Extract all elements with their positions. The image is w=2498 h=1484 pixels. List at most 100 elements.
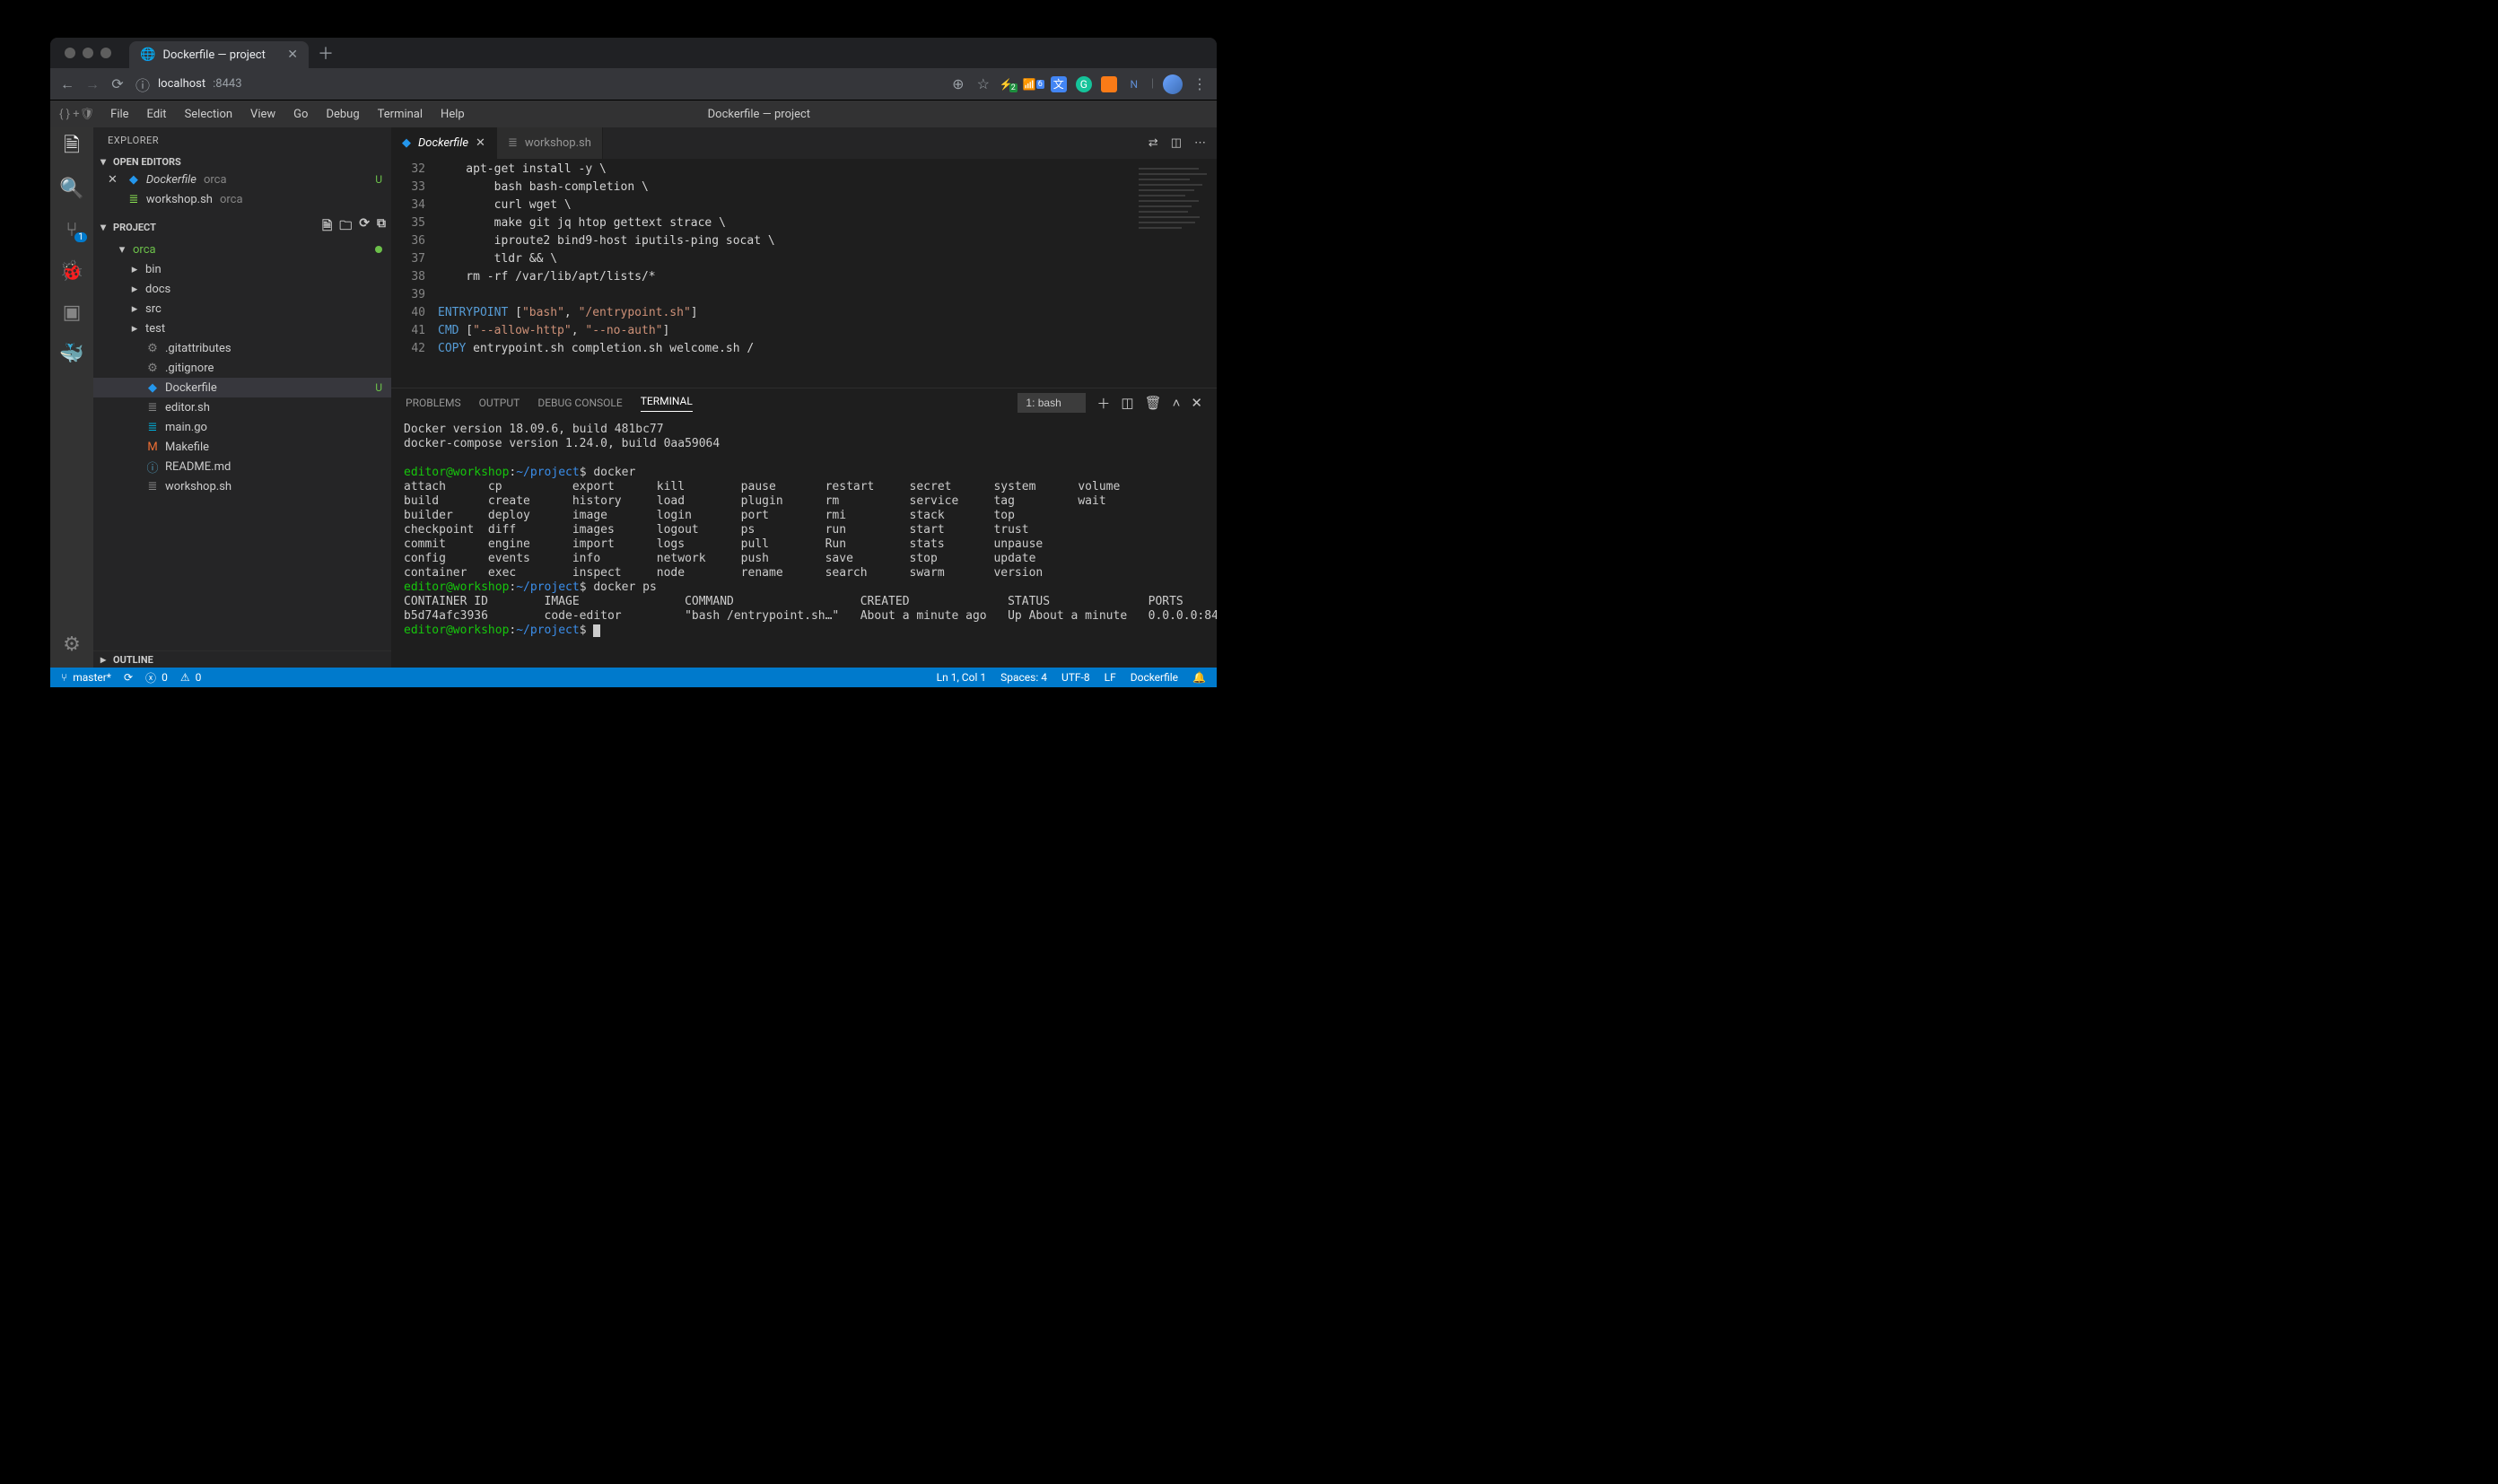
open-editors-header[interactable]: ▾ OPEN EDITORS: [93, 153, 391, 170]
menu-view[interactable]: View: [243, 104, 283, 125]
code-editor[interactable]: 3233343536373839404142 apt-get install -…: [391, 159, 1131, 388]
twistie-icon: ▸: [129, 302, 140, 316]
menu-help[interactable]: Help: [433, 104, 472, 125]
chrome-menu-icon[interactable]: ⋮: [1192, 75, 1208, 92]
close-dot[interactable]: [65, 48, 75, 58]
file-name: Dockerfile: [165, 381, 217, 395]
browser-window: 🌐 Dockerfile — project ✕ ＋ ← → ⟳ ⓘ local…: [50, 38, 1217, 687]
panel-tab-output[interactable]: OUTPUT: [479, 397, 520, 409]
menu-file[interactable]: File: [103, 104, 135, 125]
maximize-panel-icon[interactable]: ˄: [1173, 395, 1181, 411]
tree-item-workshop-sh[interactable]: ≣ workshop.sh: [93, 476, 391, 496]
errors[interactable]: ⓧ 0: [145, 670, 168, 685]
chevron-down-icon: ▾: [97, 221, 109, 233]
open-editor-item[interactable]: ✕ ≣ workshop.sh orca: [93, 189, 391, 209]
warnings[interactable]: ⚠ 0: [180, 671, 202, 684]
zoom-icon[interactable]: ⊕: [950, 75, 966, 92]
tree-item-src[interactable]: ▸ src: [93, 299, 391, 319]
indentation[interactable]: Spaces: 4: [1000, 671, 1047, 684]
forward-icon[interactable]: →: [84, 75, 100, 93]
scm-icon[interactable]: ⑂1: [59, 217, 84, 242]
tree-item-main-go[interactable]: ≣ main.go: [93, 417, 391, 437]
menu-go[interactable]: Go: [286, 104, 315, 125]
search-icon[interactable]: 🔍: [59, 176, 84, 201]
close-panel-icon[interactable]: ✕: [1191, 395, 1202, 411]
tree-item-docs[interactable]: ▸ docs: [93, 279, 391, 299]
minimap[interactable]: [1131, 159, 1217, 388]
git-branch[interactable]: ⑂ master*: [61, 671, 111, 684]
open-editor-item[interactable]: ✕ ◆ Dockerfile orca U: [93, 170, 391, 189]
compare-icon[interactable]: ⇄: [1149, 136, 1158, 150]
file-name: .gitignore: [165, 362, 214, 375]
max-dot[interactable]: [100, 48, 111, 58]
outline-header[interactable]: ▸ OUTLINE: [93, 650, 391, 668]
menu-terminal[interactable]: Terminal: [371, 104, 430, 125]
collapse-icon[interactable]: ⧉: [377, 216, 386, 238]
activity-bar: 🗎 🔍 ⑂1 🐞 ▣ 🐳 ⚙: [50, 127, 93, 668]
close-icon[interactable]: ✕: [108, 173, 118, 187]
tree-item-dockerfile[interactable]: ◆ Dockerfile U: [93, 378, 391, 397]
sync-icon[interactable]: ⟳: [124, 671, 133, 684]
ext-translate-icon[interactable]: 文: [1051, 76, 1067, 92]
split-editor-icon[interactable]: ◫: [1171, 136, 1182, 150]
tree-item-test[interactable]: ▸ test: [93, 319, 391, 338]
file-name: .gitattributes: [165, 342, 231, 355]
editor-tab-dockerfile[interactable]: ◆ Dockerfile ✕: [391, 127, 497, 159]
new-file-icon[interactable]: 🗎: [322, 216, 332, 238]
window-controls[interactable]: [65, 48, 111, 58]
tree-item--gitattributes[interactable]: ⚙ .gitattributes: [93, 338, 391, 358]
docker-icon[interactable]: 🐳: [59, 341, 84, 366]
panel-tab-terminal[interactable]: TERMINAL: [641, 395, 693, 412]
close-icon[interactable]: ✕: [476, 136, 485, 150]
git-status: U: [375, 173, 382, 186]
tree-item-editor-sh[interactable]: ≣ editor.sh: [93, 397, 391, 417]
encoding[interactable]: UTF-8: [1061, 671, 1090, 684]
language-mode[interactable]: Dockerfile: [1131, 671, 1178, 684]
refresh-icon[interactable]: ⟳: [359, 216, 370, 238]
bookmark-icon[interactable]: ☆: [975, 75, 991, 92]
new-folder-icon[interactable]: 🗀: [339, 216, 352, 238]
tree-item-orca[interactable]: ▾ orca: [93, 240, 391, 259]
reload-icon[interactable]: ⟳: [109, 75, 126, 92]
split-terminal-icon[interactable]: ◫: [1121, 395, 1133, 411]
omnibox[interactable]: ⓘ localhost:8443: [135, 74, 941, 95]
new-tab-button[interactable]: ＋: [318, 41, 334, 65]
menu-edit[interactable]: Edit: [140, 104, 174, 125]
ext-n-icon[interactable]: N: [1126, 76, 1142, 92]
eol[interactable]: LF: [1105, 671, 1116, 684]
tree-item--gitignore[interactable]: ⚙ .gitignore: [93, 358, 391, 378]
file-name: bin: [145, 263, 162, 276]
ext-pulse-icon[interactable]: ⚡2: [1000, 76, 1017, 92]
menu-debug[interactable]: Debug: [319, 104, 366, 125]
terminal-selector[interactable]: 1: bash: [1018, 393, 1086, 413]
terminal[interactable]: Docker version 18.09.6, build 481bc77 do…: [391, 417, 1217, 668]
tree-item-makefile[interactable]: M Makefile: [93, 437, 391, 457]
editor-tab-workshop-sh[interactable]: ≣ workshop.sh: [497, 127, 603, 159]
panel-tab-debug-console[interactable]: DEBUG CONSOLE: [537, 397, 622, 409]
notifications-icon[interactable]: 🔔: [1192, 671, 1206, 684]
ext-rss-icon[interactable]: 📶6: [1026, 76, 1042, 92]
profile-avatar[interactable]: [1163, 74, 1183, 94]
min-dot[interactable]: [83, 48, 93, 58]
project-header[interactable]: ▾ PROJECT 🗎 🗀 ⟳ ⧉: [93, 214, 391, 240]
explorer-icon[interactable]: 🗎: [59, 135, 84, 160]
extensions-icon[interactable]: ▣: [59, 300, 84, 325]
back-icon[interactable]: ←: [59, 75, 75, 93]
kill-terminal-icon[interactable]: 🗑: [1145, 395, 1162, 411]
menu-selection[interactable]: Selection: [178, 104, 240, 125]
tree-item-bin[interactable]: ▸ bin: [93, 259, 391, 279]
window-title: Dockerfile — project: [708, 108, 810, 121]
more-icon[interactable]: ⋯: [1194, 136, 1206, 150]
debug-icon[interactable]: 🐞: [59, 258, 84, 284]
new-terminal-icon[interactable]: ＋: [1096, 394, 1110, 413]
cursor-position[interactable]: Ln 1, Col 1: [937, 671, 986, 684]
file-name: docs: [145, 283, 170, 296]
tab-close-icon[interactable]: ✕: [287, 48, 298, 62]
panel-tab-problems[interactable]: PROBLEMS: [406, 397, 461, 409]
ext-grammarly-icon[interactable]: G: [1076, 76, 1092, 92]
site-info-icon[interactable]: ⓘ: [135, 74, 151, 95]
tree-item-readme-md[interactable]: ⓘ README.md: [93, 457, 391, 476]
ext-box-icon[interactable]: [1101, 76, 1117, 92]
settings-gear-icon[interactable]: ⚙: [59, 632, 84, 657]
browser-tab[interactable]: 🌐 Dockerfile — project ✕: [129, 41, 309, 68]
